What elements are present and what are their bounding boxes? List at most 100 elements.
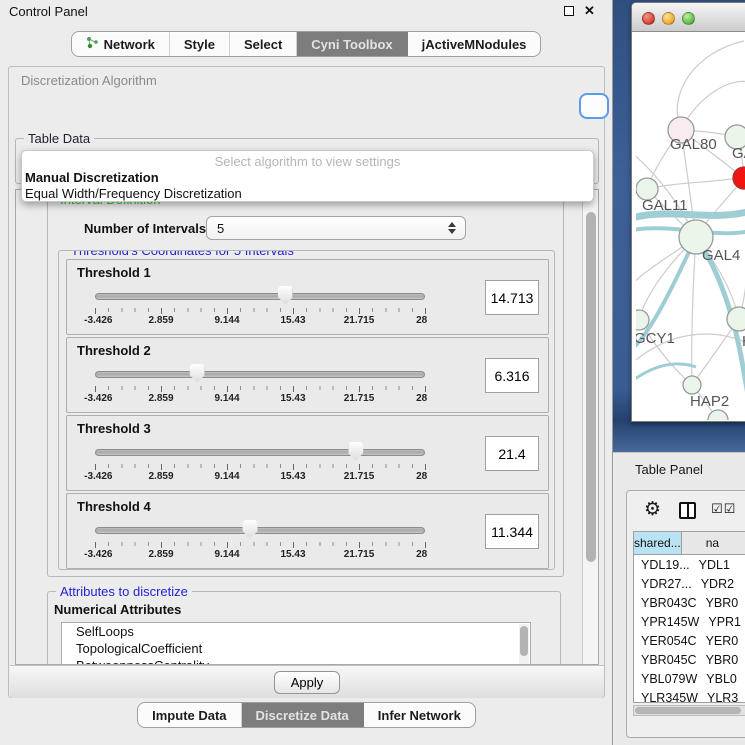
table-row[interactable]: YBR045CYBR0	[634, 650, 745, 669]
list-item[interactable]: SelfLoops	[62, 623, 530, 640]
settings-vertical-scrollbar[interactable]	[582, 190, 598, 664]
top-tab-strip: Network Style Select Cyni Toolbox jActiv…	[0, 31, 612, 57]
network-window-titlebar[interactable]	[632, 3, 745, 32]
scrollbar-thumb[interactable]	[586, 212, 596, 562]
dropdown-option-manual-discretization[interactable]: Manual Discretization	[25, 170, 159, 185]
dropdown-option-equal-width-frequency[interactable]: Equal Width/Frequency Discretization	[25, 186, 242, 201]
threshold-1-slider[interactable]: -3.426 2.859 9.144 15.43 21.715 28	[95, 286, 425, 326]
network-node-hap2[interactable]	[683, 376, 701, 394]
minimize-traffic-light-icon[interactable]	[662, 12, 675, 25]
tab-style[interactable]: Style	[170, 32, 230, 56]
interval-definition-group: Interval Definition Number of Intervals …	[47, 199, 564, 577]
threshold-2-value-field[interactable]	[485, 358, 539, 393]
slider-track[interactable]	[95, 527, 425, 534]
split-columns-icon[interactable]	[679, 502, 696, 519]
slider-thumb[interactable]	[190, 364, 205, 383]
float-icon[interactable]	[564, 6, 574, 16]
threshold-2-panel: Threshold 2 -3.426 2.859 9.144	[66, 337, 549, 413]
threshold-4-slider[interactable]: -3.426 2.859 9.144 15.43 21.715 28	[95, 520, 425, 560]
slider-tick-labels: -3.426 2.859 9.144 15.43 21.715 28	[95, 315, 425, 326]
tab-select[interactable]: Select	[230, 32, 297, 56]
list-item[interactable]: TopologicalCoefficient	[62, 640, 530, 657]
column-header-name[interactable]: na	[682, 532, 745, 554]
slider-tick-labels: -3.426 2.859 9.144 15.43 21.715 28	[95, 471, 425, 482]
thresholds-group-title: Threshold's Coordinates for 5 Intervals	[67, 250, 298, 258]
slider-tick-labels: -3.426 2.859 9.144 15.43 21.715 28	[95, 549, 425, 560]
close-icon[interactable]: ✕	[584, 3, 595, 19]
slider-track[interactable]	[95, 449, 425, 456]
threshold-3-value-field[interactable]	[485, 436, 539, 471]
zoom-traffic-light-icon[interactable]	[682, 12, 695, 25]
threshold-1-panel: Threshold 1 -3.426 2.859 9.144	[66, 259, 549, 335]
tab-infer-network[interactable]: Infer Network	[364, 703, 475, 727]
gear-icon[interactable]: ⚙	[644, 498, 661, 520]
threshold-2-slider[interactable]: -3.426 2.859 9.144 15.43 21.715 28	[95, 364, 425, 404]
attributes-group: Attributes to discretize Numerical Attri…	[47, 591, 561, 665]
network-node-bottom[interactable]	[708, 410, 728, 420]
network-graph	[636, 33, 745, 420]
node-label: GAL11	[642, 197, 688, 214]
top-tabbar: Network Style Select Cyni Toolbox jActiv…	[71, 31, 542, 57]
network-view-window[interactable]: GAL80 GA C GAL11 GAL4 GCY1 H HAP2	[631, 2, 745, 422]
slider-thumb[interactable]	[278, 286, 293, 305]
attributes-group-title: Attributes to discretize	[56, 584, 192, 599]
network-node-gcy1[interactable]	[636, 310, 649, 330]
table-row[interactable]: YBR043CYBR0	[634, 593, 745, 612]
node-table: shared... na YDL19...YDL1 YDR27...YDR2 Y…	[633, 531, 745, 703]
number-of-intervals-label: Number of Intervals	[84, 221, 206, 236]
table-row[interactable]: YER054CYER0	[634, 631, 745, 650]
threshold-4-label: Threshold 4	[77, 499, 151, 514]
table-row[interactable]: YDL19...YDL1	[634, 555, 745, 574]
network-canvas[interactable]: GAL80 GA C GAL11 GAL4 GCY1 H HAP2	[636, 33, 745, 420]
bottom-tabbar: Impute Data Discretize Data Infer Networ…	[137, 702, 476, 728]
list-item[interactable]: BetweennessCentrality	[62, 657, 530, 665]
stepper-arrows-icon	[448, 221, 457, 235]
algorithm-combobox[interactable]	[579, 93, 609, 119]
tab-discretize-data[interactable]: Discretize Data	[242, 703, 364, 727]
table-row[interactable]: YLR345WYLR3	[634, 688, 745, 703]
table-row[interactable]: YPR145WYPR1	[634, 612, 745, 631]
thresholds-group: Threshold's Coordinates for 5 Intervals …	[58, 250, 555, 570]
numerical-attributes-label: Numerical Attributes	[54, 602, 181, 617]
threshold-4-value-field[interactable]	[485, 514, 539, 549]
tab-impute-data-label: Impute Data	[152, 708, 226, 723]
slider-track[interactable]	[95, 293, 425, 300]
node-label: GAL80	[670, 136, 717, 153]
threshold-1-value-field[interactable]	[485, 280, 539, 315]
network-node-h[interactable]	[727, 307, 745, 331]
checkbox-columns-icon[interactable]: ☑☑	[711, 502, 736, 517]
tab-cyni-toolbox[interactable]: Cyni Toolbox	[297, 32, 407, 56]
threshold-3-panel: Threshold 3 -3.426 2.859 9.144	[66, 415, 549, 491]
apply-strip: Apply	[10, 665, 604, 698]
dropdown-placeholder-item[interactable]: Select algorithm to view settings	[22, 154, 593, 169]
node-label: GCY1	[636, 330, 675, 347]
tab-impute-data[interactable]: Impute Data	[138, 703, 241, 727]
tab-network[interactable]: Network	[72, 32, 170, 56]
table-data-group-title: Table Data	[24, 131, 94, 146]
threshold-1-label: Threshold 1	[77, 265, 151, 280]
number-of-intervals-combobox[interactable]: 5	[206, 216, 466, 240]
slider-track[interactable]	[95, 371, 425, 378]
threshold-3-slider[interactable]: -3.426 2.859 9.144 15.43 21.715 28	[95, 442, 425, 482]
threshold-3-label: Threshold 3	[77, 421, 151, 436]
slider-thumb[interactable]	[348, 442, 363, 461]
apply-button[interactable]: Apply	[274, 671, 340, 694]
table-row[interactable]: YDR27...YDR2	[634, 574, 745, 593]
control-panel: Control Panel ✕ Network Style Select	[0, 0, 613, 745]
scrollbar-thumb[interactable]	[635, 707, 741, 714]
tab-jactivemnodules[interactable]: jActiveMNodules	[408, 32, 541, 56]
table-panel-region: Table Panel ⚙ ☑☑ shared... na YDL19...YD…	[613, 452, 745, 745]
slider-thumb[interactable]	[243, 520, 258, 539]
column-header-shared-name[interactable]: shared...	[634, 532, 682, 554]
tab-style-label: Style	[184, 37, 215, 52]
threshold-2-label: Threshold 2	[77, 343, 151, 358]
list-scrollbar[interactable]	[519, 624, 529, 665]
network-node-red[interactable]	[733, 167, 745, 189]
table-row[interactable]: YBL079WYBL0	[634, 669, 745, 688]
slider-ticks	[95, 308, 425, 314]
slider-tick-labels: -3.426 2.859 9.144 15.43 21.715 28	[95, 393, 425, 404]
table-panel-body: ⚙ ☑☑ shared... na YDL19...YDL1 YDR27...Y…	[626, 490, 745, 738]
numerical-attributes-list[interactable]: SelfLoops TopologicalCoefficient Between…	[61, 622, 531, 665]
close-traffic-light-icon[interactable]	[642, 12, 655, 25]
table-horizontal-scrollbar[interactable]	[633, 705, 745, 716]
